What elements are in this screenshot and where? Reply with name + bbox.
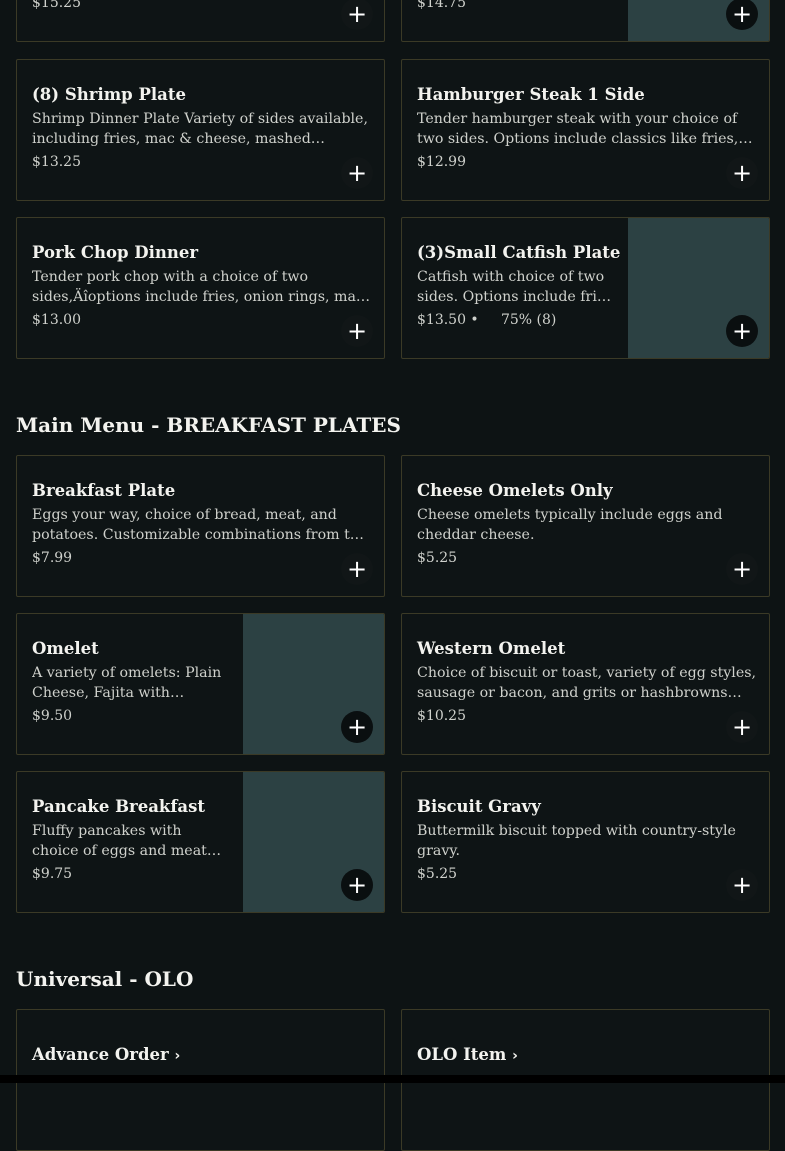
add-item-button[interactable]: + [341,711,373,743]
add-item-button[interactable]: + [726,869,758,901]
chevron-right-icon: › [512,1048,518,1064]
add-item-button[interactable]: + [726,553,758,585]
item-description: Eggs your way, choice of bread, meat, an… [32,507,368,543]
item-description: Cheese omelets typically include eggs an… [417,507,723,543]
item-name: Pork Chop Dinner [32,243,199,262]
item-name: Breakfast Plate [32,481,176,500]
menu-item-card[interactable]: Breakfast Plate Eggs your way, choice of… [16,455,385,597]
item-name: Pancake Breakfast [32,797,206,816]
menu-item-card[interactable]: (8) Shrimp Plate Shrimp Dinner Plate Var… [16,59,385,201]
add-item-button[interactable]: + [341,553,373,585]
add-item-button[interactable]: + [341,869,373,901]
menu-item-card[interactable]: Pancake Breakfast Fluffy pancakes with c… [16,771,385,913]
item-name: Hamburger Steak 1 Side [417,85,645,104]
menu-item-card[interactable]: Western Omelet Choice of biscuit or toas… [401,613,770,755]
menu-item-card[interactable]: $15.25 + [16,0,385,42]
item-name-link[interactable]: Advance Order › [32,1045,180,1064]
section-title-olo: Universal - OLO [16,967,194,991]
menu-item-card[interactable]: (3)Small Catfish Plate Catfish with choi… [401,217,770,359]
item-name: (3)Small Catfish Plate [417,243,621,262]
item-description: Buttermilk biscuit topped with country-s… [417,823,736,859]
item-name: Cheese Omelets Only [417,481,613,500]
item-name: Western Omelet [417,639,566,658]
item-price: $15.25 [32,0,81,11]
item-price: $10.25 [417,708,466,724]
item-price: $7.99 [32,550,73,566]
item-description: Choice of biscuit or toast, variety of e… [417,665,757,701]
item-price: $12.99 [417,154,466,170]
item-price: $13.25 [32,154,81,170]
bottom-bar [0,1075,785,1083]
chevron-right-icon: › [174,1048,181,1064]
item-name: Omelet [32,639,99,658]
item-name: OLO Item [417,1045,507,1064]
item-price: $14.75 [417,0,466,11]
item-description: Tender pork chop with a choice of two si… [32,269,364,305]
section-title-breakfast: Main Menu - BREAKFAST PLATES [16,413,401,437]
item-description: Tender hamburger steak with your choice … [417,111,739,147]
item-price: $13.00 [32,312,81,328]
add-item-button[interactable]: + [341,157,373,189]
item-name: Advance Order [32,1045,169,1064]
item-price: $9.75 [32,866,73,882]
item-description: Shrimp Dinner Plate Variety of sides ava… [32,111,368,147]
add-item-button[interactable]: + [726,315,758,347]
add-item-button[interactable]: + [341,0,373,30]
add-item-button[interactable]: + [341,315,373,347]
menu-item-card[interactable]: Hamburger Steak 1 Side Tender hamburger … [401,59,770,201]
item-price-rating: $13.50 • 75% (8) [417,312,557,328]
menu-item-card[interactable]: Pork Chop Dinner Tender pork chop with a… [16,217,385,359]
item-price: $5.25 [417,550,458,566]
item-description: Catfish with choice of two sides. Option… [417,269,613,305]
menu-item-card[interactable]: Omelet A variety of omelets: Plain Chees… [16,613,385,755]
menu-item-card[interactable]: Cheese Omelets Only Cheese omelets typic… [401,455,770,597]
item-name: Biscuit Gravy [417,797,541,816]
menu-item-card[interactable]: $14.75 + [401,0,770,42]
item-name-link[interactable]: OLO Item › [417,1045,518,1064]
item-price: $9.50 [32,708,73,724]
add-item-button[interactable]: + [726,711,758,743]
item-price: $5.25 [417,866,458,882]
add-item-button[interactable]: + [726,157,758,189]
item-name: (8) Shrimp Plate [32,85,186,104]
item-description: Fluffy pancakes with choice of eggs and … [32,823,219,859]
item-description: A variety of omelets: Plain Cheese, Faji… [32,665,222,701]
menu-item-card[interactable]: Biscuit Gravy Buttermilk biscuit topped … [401,771,770,913]
